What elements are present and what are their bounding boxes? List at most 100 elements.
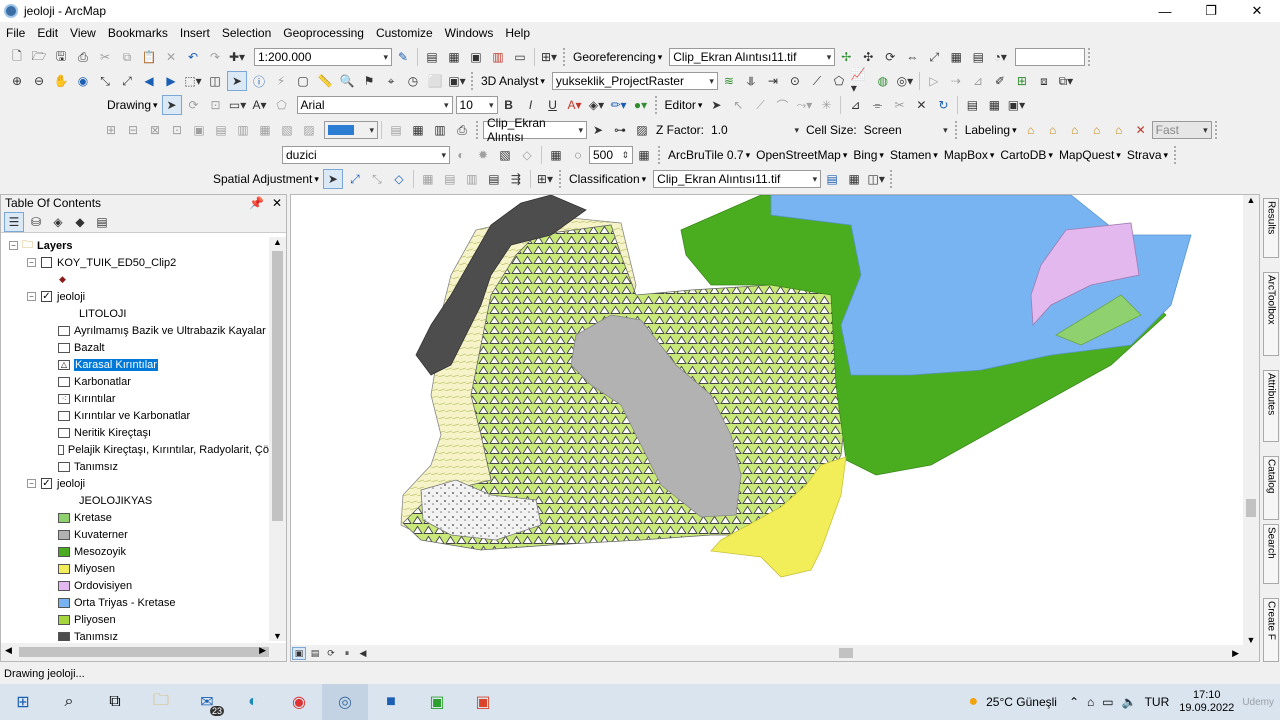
editor-menu[interactable]: Editor bbox=[662, 98, 706, 112]
profile-graph-icon[interactable]: 📈▾ bbox=[851, 67, 871, 95]
rotate-editor-icon[interactable]: ↻ bbox=[933, 95, 953, 115]
app-blue-icon[interactable]: ■ bbox=[368, 684, 414, 720]
duzici-layer-combo[interactable]: duzici ▾ bbox=[282, 146, 450, 164]
limit-area-icon[interactable]: ▤ bbox=[440, 169, 460, 189]
vectorize-icon[interactable]: ⊶ bbox=[610, 120, 630, 140]
menu-view[interactable]: View bbox=[64, 26, 102, 40]
topology-icon[interactable]: ⧈ bbox=[1034, 71, 1054, 91]
menu-file[interactable]: File bbox=[0, 26, 31, 40]
time-slider-icon[interactable]: ◷ bbox=[403, 71, 423, 91]
edit-vertices-icon[interactable]: ⬠ bbox=[272, 95, 292, 115]
raster-tool-icon[interactable]: ▦ bbox=[408, 120, 428, 140]
dock-catalog-tab[interactable]: Catalog bbox=[1263, 456, 1279, 520]
edit-tool-icon[interactable]: ➤ bbox=[706, 95, 726, 115]
back-extent-icon[interactable]: ◀ bbox=[139, 71, 159, 91]
dock-search-tab[interactable]: Search bbox=[1263, 524, 1279, 584]
print-icon[interactable]: ⎙ bbox=[73, 47, 93, 67]
labeling-menu[interactable]: Labeling bbox=[962, 123, 1020, 137]
rectangle-tool-icon[interactable]: ▭▾ bbox=[228, 95, 248, 115]
attributes-icon[interactable]: ▤ bbox=[962, 95, 982, 115]
legend-class-row[interactable]: Ayrılmamış Bazik ve Ultrabazik Kayalar bbox=[1, 322, 269, 339]
bing-menu[interactable]: Bing bbox=[850, 148, 887, 162]
interpolate-line-icon[interactable]: ⟋ bbox=[807, 71, 827, 91]
scroll-up-icon[interactable]: ▲ bbox=[269, 237, 286, 247]
italic-button[interactable]: I bbox=[521, 95, 541, 115]
strava-menu[interactable]: Strava bbox=[1124, 148, 1171, 162]
toc-scroll-thumb[interactable] bbox=[272, 251, 283, 521]
legend-class-row[interactable]: Miyosen bbox=[1, 560, 269, 577]
label-priority-icon[interactable]: ⌂ bbox=[1043, 120, 1063, 140]
catalog-icon[interactable]: ▦ bbox=[444, 47, 464, 67]
collapse-icon[interactable]: − bbox=[9, 241, 18, 250]
mapquest-menu[interactable]: MapQuest bbox=[1056, 148, 1124, 162]
toc-hscroll-thumb[interactable] bbox=[19, 647, 269, 657]
language-indicator[interactable]: TUR bbox=[1145, 695, 1170, 709]
search-window-icon[interactable]: ▣ bbox=[466, 47, 486, 67]
app-red-icon[interactable]: ▣ bbox=[460, 684, 506, 720]
transparency-icon[interactable]: ◌ bbox=[568, 145, 588, 165]
search-icon[interactable]: ⌕ bbox=[46, 684, 92, 720]
paste-icon[interactable]: 📋 bbox=[139, 47, 159, 67]
fill-color-icon[interactable]: ◈▾ bbox=[587, 95, 607, 115]
select-elements-icon[interactable]: ➤ bbox=[227, 71, 247, 91]
add-control-points-icon[interactable]: ✢ bbox=[836, 47, 856, 67]
minimize-button[interactable]: — bbox=[1142, 0, 1188, 22]
goto-xy-icon[interactable]: ⌖ bbox=[381, 71, 401, 91]
identify-icon[interactable]: ⓘ bbox=[249, 71, 269, 91]
spatial-adjustment-menu[interactable]: Spatial Adjustment bbox=[210, 172, 322, 186]
select-elements-draw-icon[interactable]: ➤ bbox=[161, 95, 182, 115]
layer-visibility-checkbox[interactable]: ✓ bbox=[41, 478, 52, 489]
maximize-button[interactable]: ❐ bbox=[1188, 0, 1234, 22]
hyperlink-icon[interactable]: ⚡ bbox=[271, 71, 291, 91]
cartodb-menu[interactable]: CartoDB bbox=[997, 148, 1056, 162]
legend-class-row[interactable]: △ Karasal Kırıntılar bbox=[1, 356, 269, 373]
line-color-icon[interactable]: ✏▾ bbox=[609, 95, 629, 115]
scroll-right-icon[interactable]: ▶ bbox=[259, 645, 266, 656]
arcglobe-icon[interactable]: ◍ bbox=[873, 71, 893, 91]
toc-options-icon[interactable]: ▤ bbox=[92, 212, 112, 232]
close-button[interactable]: ✕ bbox=[1234, 0, 1280, 22]
geology-map-canvas[interactable] bbox=[291, 195, 1259, 645]
menu-help[interactable]: Help bbox=[499, 26, 536, 40]
dock-arctoolbox-tab[interactable]: ArcToolbox bbox=[1263, 272, 1279, 356]
dock-attributes-tab[interactable]: Attributes bbox=[1263, 370, 1279, 442]
clear-limit-icon[interactable]: ▥ bbox=[462, 169, 482, 189]
network-icon[interactable]: ⌂ bbox=[1087, 695, 1094, 709]
app-green-icon[interactable]: ▣ bbox=[414, 684, 460, 720]
training-manager-icon[interactable]: ▦ bbox=[844, 169, 864, 189]
underline-button[interactable]: U bbox=[543, 95, 563, 115]
shift-georef-icon[interactable]: ⇔ bbox=[902, 47, 922, 67]
marker-color-icon[interactable]: ●▾ bbox=[631, 95, 651, 115]
font-combo[interactable]: Arial ▾ bbox=[296, 96, 453, 114]
training-sample-icon[interactable]: ▤ bbox=[822, 169, 842, 189]
scroll-left-icon[interactable]: ◀ bbox=[5, 645, 12, 656]
map-vscroll-thumb[interactable] bbox=[1246, 499, 1256, 517]
dock-results-tab[interactable]: Results bbox=[1263, 198, 1279, 258]
refresh-icon[interactable]: ⟳ bbox=[324, 647, 338, 660]
menu-selection[interactable]: Selection bbox=[216, 26, 277, 40]
georeferencing-menu[interactable]: Georeferencing bbox=[570, 50, 665, 64]
georef-layer-combo[interactable]: Clip_Ekran Alıntısı11.tif ▾ bbox=[669, 48, 836, 66]
list-by-selection-icon[interactable]: ◆ bbox=[70, 212, 90, 232]
zfactor-combo[interactable]: 1.0 ▾ bbox=[707, 121, 803, 139]
edge-icon[interactable]: ◐ bbox=[230, 684, 276, 720]
map-scale-combo[interactable]: 1:200.000 ▾ bbox=[254, 48, 392, 66]
link-table-icon[interactable]: ▦ bbox=[946, 47, 966, 67]
collapse-icon[interactable]: − bbox=[27, 479, 36, 488]
draw-polygon-icon[interactable]: ◫▾ bbox=[866, 169, 886, 189]
menu-insert[interactable]: Insert bbox=[174, 26, 216, 40]
interpolate-point-icon[interactable]: ⊙ bbox=[785, 71, 805, 91]
interpolate-polygon-icon[interactable]: ⬠ bbox=[829, 71, 849, 91]
3d-analyst-menu[interactable]: 3D Analyst bbox=[478, 74, 548, 88]
route-icon[interactable]: ⚑ bbox=[359, 71, 379, 91]
fixed-zoom-out-icon[interactable]: ⤢ bbox=[117, 71, 137, 91]
map-scroll-left-icon[interactable]: ◀ bbox=[356, 647, 370, 660]
legend-class-row[interactable]: Pliyosen bbox=[1, 611, 269, 628]
copy-icon[interactable]: ⧉ bbox=[117, 47, 137, 67]
layer-visibility-checkbox[interactable]: ✓ bbox=[41, 291, 52, 302]
model-builder-icon[interactable]: ⊞▾ bbox=[539, 47, 559, 67]
menu-bookmarks[interactable]: Bookmarks bbox=[102, 26, 174, 40]
georef-search-field[interactable] bbox=[1015, 48, 1086, 66]
pause-labeling-icon[interactable]: ⌂ bbox=[1109, 120, 1129, 140]
legend-class-row[interactable]: Ordovisiyen bbox=[1, 577, 269, 594]
